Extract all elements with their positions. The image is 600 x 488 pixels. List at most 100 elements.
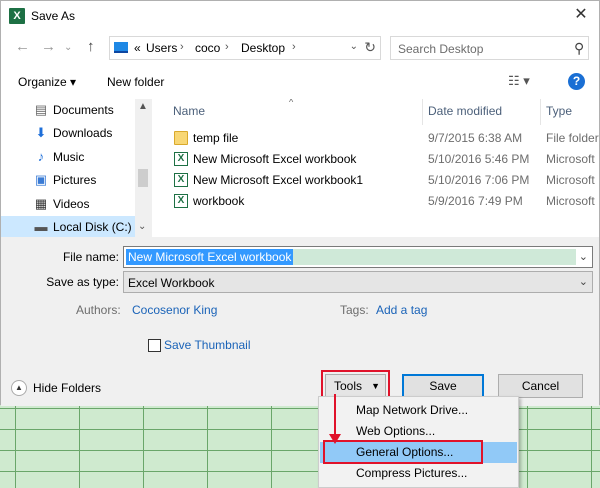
sidebar-item-videos[interactable]: ▦ Videos: [1, 193, 138, 217]
scroll-thumb[interactable]: [138, 169, 148, 187]
arrow-right-icon[interactable]: →: [41, 38, 56, 55]
file-name: workbook: [193, 194, 245, 208]
menu-item-web-options[interactable]: Web Options...: [320, 421, 517, 442]
chevron-down-icon[interactable]: ⌄: [350, 41, 358, 52]
file-date: 5/10/2016 7:06 PM: [428, 173, 530, 187]
sidebar-item-documents[interactable]: ▤ Documents: [1, 99, 138, 123]
autocomplete-highlight: [290, 249, 576, 265]
save-thumbnail-label[interactable]: Save Thumbnail: [164, 338, 251, 352]
new-folder-button[interactable]: New folder: [107, 75, 164, 89]
file-date: 5/9/2016 7:49 PM: [428, 194, 523, 208]
sidebar-scrollbar[interactable]: ▲ ⌄: [135, 99, 151, 237]
file-row[interactable]: X New Microsoft Excel workbook 5/10/2016…: [152, 149, 599, 170]
help-icon[interactable]: ?: [568, 73, 585, 90]
documents-icon: ▤: [34, 102, 48, 117]
menu-item-label: Map Network Drive...: [356, 403, 469, 417]
annotation-arrow: [329, 394, 341, 444]
file-list: ^ Name Date modified Type temp file 9/7/…: [152, 99, 599, 237]
address-overflow[interactable]: «: [134, 41, 141, 55]
save-type-select[interactable]: Excel Workbook ⌄: [123, 271, 593, 293]
downloads-icon: ⬇: [35, 125, 47, 140]
sidebar-item-label: Local Disk (C:): [53, 220, 132, 234]
authors-value[interactable]: Cocosenor King: [132, 303, 217, 317]
chevron-down-icon[interactable]: ⌄: [579, 250, 588, 263]
breadcrumb-desktop[interactable]: Desktop: [241, 41, 285, 55]
chevron-right-icon[interactable]: ›: [225, 41, 229, 53]
file-type: File folder: [546, 131, 599, 145]
column-header-name[interactable]: Name: [173, 104, 205, 118]
file-row[interactable]: X workbook 5/9/2016 7:49 PM Microsoft: [152, 191, 599, 212]
folder-icon: [174, 131, 188, 145]
save-button[interactable]: Save: [402, 374, 484, 398]
column-divider[interactable]: [540, 99, 541, 125]
authors-label: Authors:: [76, 303, 121, 317]
hide-folders-label: Hide Folders: [33, 381, 102, 395]
file-type: Microsoft: [546, 152, 595, 166]
search-icon[interactable]: ⚲: [574, 40, 584, 57]
chevron-right-icon[interactable]: ›: [180, 41, 184, 53]
view-options-icon[interactable]: ☷ ▾: [508, 73, 530, 89]
arrow-head: [329, 434, 341, 444]
navigation-pane: ▤ Documents ⬇ Downloads ♪ Music ▣ Pictur…: [1, 99, 151, 237]
sidebar-item-label: Downloads: [53, 126, 113, 140]
refresh-icon[interactable]: ↻: [364, 39, 376, 56]
sidebar-item-pictures[interactable]: ▣ Pictures: [1, 169, 138, 193]
file-date: 5/10/2016 5:46 PM: [428, 152, 530, 166]
navigation-bar: ← → ⌄ ↑ « Users › coco › Desktop › ⌄ ↻ S…: [1, 31, 599, 65]
file-date: 9/7/2015 6:38 AM: [428, 131, 523, 145]
file-name-value[interactable]: New Microsoft Excel workbook: [126, 249, 294, 265]
sort-ascending-icon: ^: [289, 99, 294, 107]
menu-item-compress-pictures[interactable]: Compress Pictures...: [320, 463, 517, 484]
save-options-area: File name: New Microsoft Excel workbook …: [1, 237, 599, 406]
sidebar-item-music[interactable]: ♪ Music: [1, 146, 138, 170]
chevron-up-icon: ▲: [11, 380, 27, 396]
recent-chevron-icon[interactable]: ⌄: [64, 42, 72, 53]
videos-icon: ▦: [34, 196, 48, 211]
column-divider[interactable]: [422, 99, 423, 125]
file-row[interactable]: temp file 9/7/2015 6:38 AM File folder: [152, 128, 599, 149]
command-toolbar: Organize ▾ New folder ☷ ▾ ?: [1, 65, 599, 99]
file-type: Microsoft: [546, 173, 595, 187]
arrow-up-icon[interactable]: ↑: [87, 38, 95, 55]
chevron-down-icon[interactable]: ⌄: [579, 275, 588, 288]
menu-item-map-network-drive[interactable]: Map Network Drive...: [320, 400, 517, 421]
organize-button[interactable]: Organize ▾: [18, 75, 76, 89]
sidebar-item-local-disk[interactable]: ▬ Local Disk (C:): [1, 216, 138, 237]
breadcrumb-coco[interactable]: coco: [195, 41, 220, 55]
arrow-left-icon[interactable]: ←: [15, 38, 30, 55]
sidebar-item-label: Music: [53, 150, 85, 164]
column-header-type[interactable]: Type: [546, 104, 572, 118]
tags-value[interactable]: Add a tag: [376, 303, 427, 317]
column-header-date[interactable]: Date modified: [428, 104, 502, 118]
music-icon: ♪: [37, 149, 45, 164]
pictures-icon: ▣: [34, 172, 48, 187]
save-type-value: Excel Workbook: [128, 276, 215, 290]
search-placeholder: Search Desktop: [398, 42, 484, 56]
save-thumbnail-checkbox[interactable]: [148, 339, 161, 352]
save-type-label: Save as type:: [46, 275, 119, 289]
file-name: New Microsoft Excel workbook1: [193, 173, 364, 187]
close-button[interactable]: ✕: [567, 3, 595, 27]
scroll-down-icon[interactable]: ⌄: [138, 221, 146, 232]
sidebar-item-downloads[interactable]: ⬇ Downloads: [1, 122, 138, 146]
file-type: Microsoft: [546, 194, 595, 208]
scroll-up-icon[interactable]: ▲: [138, 101, 148, 112]
cancel-button[interactable]: Cancel: [498, 374, 583, 398]
file-name: temp file: [193, 131, 239, 145]
sidebar-item-label: Videos: [53, 197, 90, 211]
address-bar[interactable]: « Users › coco › Desktop › ⌄ ↻: [109, 36, 381, 60]
search-box[interactable]: Search Desktop ⚲: [390, 36, 589, 60]
menu-item-label: Web Options...: [356, 424, 436, 438]
excel-file-icon: X: [174, 173, 188, 187]
file-name: New Microsoft Excel workbook: [193, 152, 357, 166]
file-row[interactable]: X New Microsoft Excel workbook1 5/10/201…: [152, 170, 599, 191]
computer-icon: [114, 42, 128, 53]
file-name-input[interactable]: New Microsoft Excel workbook ⌄: [123, 246, 593, 268]
chevron-right-icon[interactable]: ›: [292, 41, 296, 53]
menu-item-label: Compress Pictures...: [356, 466, 468, 480]
breadcrumb-users[interactable]: Users: [146, 41, 177, 55]
general-options-highlight-box: [323, 440, 483, 464]
window-title: Save As: [31, 9, 76, 23]
save-as-dialog: X Save As ✕ ← → ⌄ ↑ « Users › coco › Des…: [0, 0, 600, 406]
sidebar-item-label: Documents: [53, 103, 114, 117]
